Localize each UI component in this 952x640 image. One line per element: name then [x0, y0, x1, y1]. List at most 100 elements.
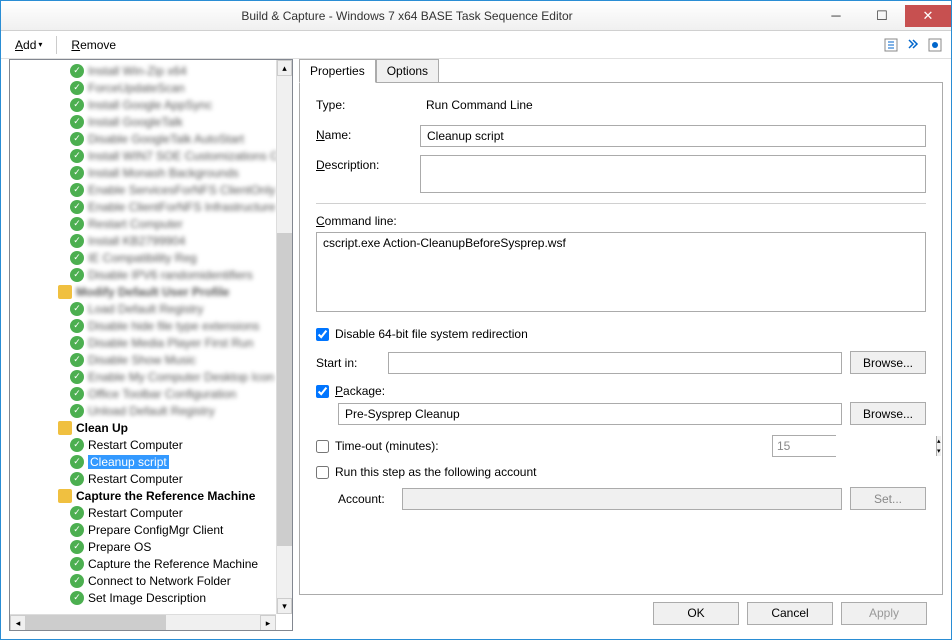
scroll-left-icon[interactable]: ◂	[10, 615, 26, 631]
tree-item-label: Restart Computer	[88, 472, 183, 486]
tree-item[interactable]: ✓Disable IPV6 randomidentifiers	[10, 266, 292, 283]
tree-item[interactable]: ✓Cleanup script	[10, 453, 292, 470]
tree-item[interactable]: ✓Capture the Reference Machine	[10, 555, 292, 572]
tree-item[interactable]: ✓Office Toolbar Configuration	[10, 385, 292, 402]
tree-item-label: Capture the Reference Machine	[76, 489, 255, 503]
runas-checkbox[interactable]	[316, 466, 329, 479]
name-label: Name:	[316, 125, 412, 142]
tree-item[interactable]: ✓Restart Computer	[10, 436, 292, 453]
tab-properties[interactable]: Properties	[299, 59, 376, 83]
startin-label: Start in:	[316, 356, 380, 370]
title-bar: Build & Capture - Windows 7 x64 BASE Tas…	[1, 1, 951, 31]
timeout-value[interactable]	[773, 436, 936, 456]
tree-item[interactable]: ✓Load Default Registry	[10, 300, 292, 317]
name-input[interactable]	[420, 125, 926, 147]
tree-item[interactable]: ✓Install Win-Zip x64	[10, 62, 292, 79]
scroll-up-icon[interactable]: ▴	[277, 60, 292, 76]
check-icon: ✓	[70, 302, 84, 316]
description-input[interactable]	[420, 155, 926, 193]
tree-item[interactable]: ✓Disable Media Player First Run	[10, 334, 292, 351]
check-icon: ✓	[70, 404, 84, 418]
tree-item-label: Restart Computer	[88, 217, 183, 231]
check-icon: ✓	[70, 455, 84, 469]
scroll-right-icon[interactable]: ▸	[260, 615, 276, 631]
minimize-button[interactable]: ─	[813, 5, 859, 27]
package-browse-button[interactable]: Browse...	[850, 402, 926, 425]
tree-item[interactable]: ✓ ForceUpdateScan	[10, 79, 292, 96]
tree-item-label: Disable Media Player First Run	[88, 336, 253, 350]
tree-item[interactable]: ✓ Enable ClientForNFS Infrastructure	[10, 198, 292, 215]
remove-button[interactable]: Remove	[65, 36, 122, 54]
tree-item[interactable]: ✓Restart Computer	[10, 504, 292, 521]
startin-browse-button[interactable]: Browse...	[850, 351, 926, 374]
cancel-button[interactable]: Cancel	[747, 602, 833, 625]
type-value: Run Command Line	[420, 95, 926, 117]
tree-item-label: Restart Computer	[88, 506, 183, 520]
startin-input[interactable]	[388, 352, 842, 374]
timeout-label: Time-out (minutes):	[335, 439, 439, 453]
tree-item-label: Connect to Network Folder	[88, 574, 231, 588]
timeout-spinner[interactable]: ▴▾	[772, 435, 836, 457]
check-icon: ✓	[70, 64, 84, 78]
check-icon: ✓	[70, 523, 84, 537]
folder-icon	[58, 489, 72, 503]
tab-options[interactable]: Options	[376, 59, 439, 83]
tree-group[interactable]: Modify Default User Profile	[10, 283, 292, 300]
timeout-checkbox[interactable]	[316, 440, 329, 453]
tree-item[interactable]: ✓Prepare OS	[10, 538, 292, 555]
close-button[interactable]: ✕	[905, 5, 951, 27]
tree-item-label: Disable hide file type extensions	[88, 319, 259, 333]
package-checkbox[interactable]	[316, 385, 329, 398]
scroll-down-icon[interactable]: ▾	[277, 598, 292, 614]
tree-item[interactable]: ✓Unload Default Registry	[10, 402, 292, 419]
tree-group[interactable]: Clean Up	[10, 419, 292, 436]
tree-item[interactable]: ✓Install Google AppSync	[10, 96, 292, 113]
package-input[interactable]	[338, 403, 842, 425]
tree-hscroll[interactable]: ◂ ▸	[10, 614, 276, 630]
tree-item-label: ForceUpdateScan	[88, 81, 185, 95]
tree-item[interactable]: ✓IE Compatibility Reg	[10, 249, 292, 266]
tree-item[interactable]: ✓ Restart Computer	[10, 470, 292, 487]
tree-item[interactable]: ✓ Install KB2799904	[10, 232, 292, 249]
check-icon: ✓	[70, 438, 84, 452]
task-tree[interactable]: ✓Install Win-Zip x64✓ForceUpdateScan✓Ins…	[9, 59, 293, 631]
tree-item-label: Disable GoogleTalk AutoStart	[88, 132, 244, 146]
options-icon[interactable]	[927, 37, 943, 53]
properties-icon[interactable]	[883, 37, 899, 53]
tree-item-label: Enable ClientForNFS Infrastructure	[88, 200, 275, 214]
check-icon: ✓	[70, 200, 84, 214]
tree-item[interactable]: ✓Enable ServicesForNFS ClientOnly	[10, 181, 292, 198]
maximize-button[interactable]: ☐	[859, 5, 905, 27]
tree-item[interactable]: ✓Restart Computer	[10, 215, 292, 232]
spin-up-icon[interactable]: ▴	[937, 436, 941, 446]
tree-vscroll[interactable]: ▴ ▾	[276, 60, 292, 614]
check-icon: ✓	[70, 166, 84, 180]
tree-item-label: Install Monash Backgrounds	[88, 166, 239, 180]
check-icon: ✓	[70, 98, 84, 112]
move-icon[interactable]	[905, 37, 921, 53]
tree-item[interactable]: ✓ Install Monash Backgrounds	[10, 164, 292, 181]
tree-item[interactable]: ✓Prepare ConfigMgr Client	[10, 521, 292, 538]
disable64-checkbox[interactable]	[316, 328, 329, 341]
tree-item[interactable]: ✓Disable Show Music	[10, 351, 292, 368]
tree-item-label: Install KB2799904	[88, 234, 185, 248]
commandline-input[interactable]: cscript.exe Action-CleanupBeforeSysprep.…	[316, 232, 926, 312]
disable64-label: Disable 64-bit file system redirection	[335, 327, 528, 341]
spin-down-icon[interactable]: ▾	[937, 446, 941, 456]
tree-group[interactable]: Capture the Reference Machine	[10, 487, 292, 504]
check-icon: ✓	[70, 472, 84, 486]
tree-item[interactable]: ✓Install WIN7 SOE Customizations Copy O	[10, 147, 292, 164]
toolbar-divider	[56, 36, 57, 54]
tree-item[interactable]: ✓Disable hide file type extensions	[10, 317, 292, 334]
ok-button[interactable]: OK	[653, 602, 739, 625]
tree-item[interactable]: ✓Disable GoogleTalk AutoStart	[10, 130, 292, 147]
check-icon: ✓	[70, 234, 84, 248]
description-label: Description:	[316, 155, 412, 172]
tree-item-label: Prepare OS	[88, 540, 151, 554]
tree-item[interactable]: ✓Connect to Network Folder	[10, 572, 292, 589]
tree-item[interactable]: ✓Set Image Description	[10, 589, 292, 606]
tree-item[interactable]: ✓Install GoogleTalk	[10, 113, 292, 130]
check-icon: ✓	[70, 81, 84, 95]
tree-item[interactable]: ✓Enable My Computer Desktop Icon	[10, 368, 292, 385]
add-button[interactable]: Add ▾	[9, 36, 48, 54]
